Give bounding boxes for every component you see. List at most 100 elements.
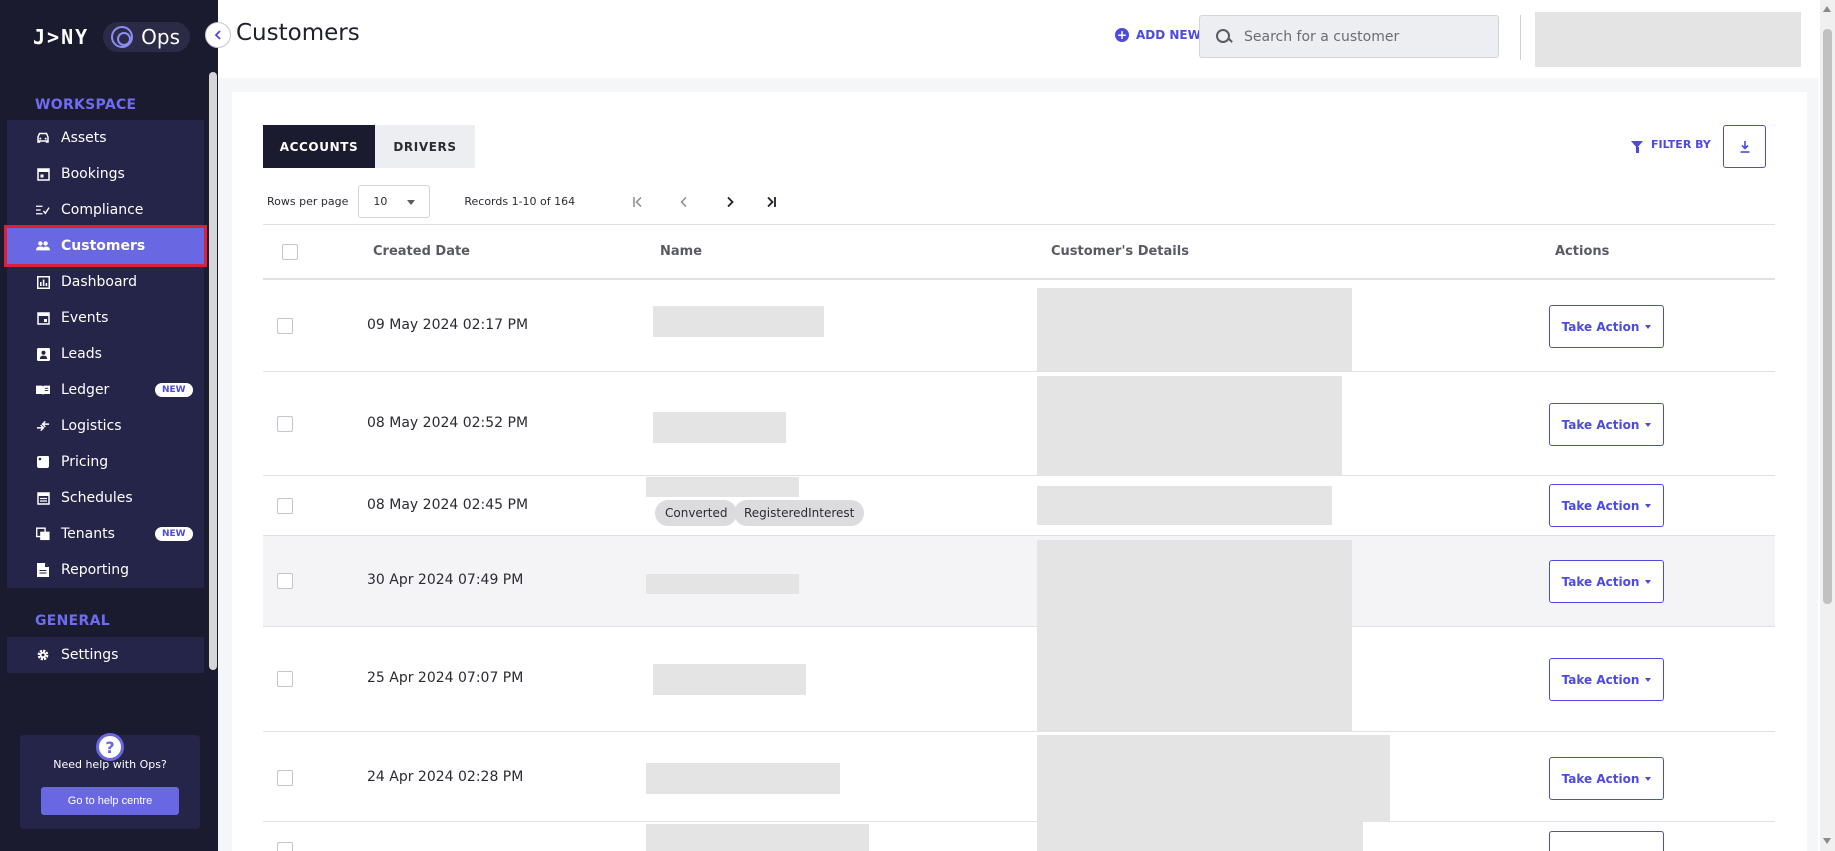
table-row[interactable]: 09 May 2024 02:17 PM Take Action	[263, 280, 1775, 372]
download-button[interactable]	[1723, 125, 1766, 168]
last-page-icon	[767, 196, 777, 207]
sidebar-item-ledger[interactable]: Ledger NEW	[7, 372, 204, 408]
rows-per-page-select[interactable]: 10	[358, 185, 431, 218]
created-date-cell: 25 Apr 2024 07:07 PM	[367, 670, 524, 686]
plus-circle-icon: +	[1115, 28, 1129, 42]
redacted-name	[653, 306, 824, 337]
help-centre-button[interactable]: Go to help centre	[41, 787, 179, 815]
filter-by-button[interactable]: FILTER BY	[1631, 138, 1711, 153]
redacted-name	[646, 824, 869, 851]
logo[interactable]: J>NY Ops	[33, 22, 191, 52]
general-section-label: GENERAL	[35, 613, 110, 629]
row-checkbox[interactable]	[277, 770, 293, 786]
header-divider	[1520, 15, 1521, 60]
people-icon	[36, 239, 50, 253]
scrollbar-thumb[interactable]	[1823, 29, 1832, 604]
take-action-button[interactable]: Take Action	[1549, 484, 1664, 527]
search-input[interactable]	[1244, 28, 1484, 45]
take-action-label: Take Action	[1561, 771, 1640, 786]
sidebar-item-events[interactable]: Events	[7, 300, 204, 336]
take-action-button[interactable]: Take Action	[1549, 305, 1664, 348]
sidebar-item-label: Reporting	[61, 562, 130, 578]
redacted-details	[1037, 735, 1390, 822]
tenants-icon	[36, 527, 50, 541]
sidebar-item-label: Leads	[61, 346, 102, 362]
table-row[interactable]	[263, 822, 1775, 851]
sidebar-item-label: Settings	[61, 647, 119, 663]
first-page-button[interactable]	[623, 187, 653, 217]
tab-drivers[interactable]: DRIVERS	[375, 125, 475, 168]
take-action-button[interactable]: Take Action	[1549, 658, 1664, 701]
take-action-label: Take Action	[1561, 417, 1640, 432]
workspace-section-label: WORKSPACE	[35, 97, 137, 113]
next-page-button[interactable]	[715, 187, 745, 217]
last-page-button[interactable]	[756, 187, 786, 217]
column-name[interactable]: Name	[660, 244, 702, 259]
event-icon	[36, 311, 50, 325]
general-nav: Settings	[7, 637, 204, 673]
row-checkbox[interactable]	[277, 671, 293, 687]
caret-down-icon	[1645, 422, 1652, 427]
status-tag-registered-interest: RegisteredInterest	[734, 500, 865, 526]
add-new-button[interactable]: + ADD NEW	[1115, 28, 1201, 42]
take-action-label: Take Action	[1561, 574, 1640, 589]
schedule-icon	[36, 491, 50, 505]
filter-funnel-icon	[1631, 141, 1643, 153]
take-action-button[interactable]: Take Action	[1549, 560, 1664, 603]
workspace-nav: Assets Bookings Compliance Customers Das…	[4, 120, 207, 588]
row-checkbox[interactable]	[277, 498, 293, 514]
sidebar-item-bookings[interactable]: Bookings	[7, 156, 204, 192]
row-checkbox[interactable]	[277, 416, 293, 432]
calendar-icon	[36, 167, 50, 181]
row-checkbox[interactable]	[277, 842, 293, 851]
help-card: ? Need help with Ops? Go to help centre	[20, 733, 200, 829]
price-tag-icon	[36, 455, 50, 469]
sidebar-item-label: Assets	[61, 130, 107, 146]
caret-down-icon	[1645, 776, 1652, 781]
redacted-name	[646, 574, 799, 594]
redacted-details	[1037, 288, 1352, 371]
window-scrollbar[interactable]	[1820, 0, 1835, 851]
table-row[interactable]: 08 May 2024 02:45 PM Converted Registere…	[263, 476, 1775, 536]
sidebar-item-tenants[interactable]: Tenants NEW	[7, 516, 204, 552]
sidebar-item-logistics[interactable]: Logistics	[7, 408, 204, 444]
sidebar-item-dashboard[interactable]: Dashboard	[7, 264, 204, 300]
created-date-cell: 08 May 2024 02:52 PM	[367, 415, 529, 431]
chevron-down-icon	[407, 200, 416, 205]
redacted-name	[653, 664, 806, 695]
take-action-button[interactable]: Take Action	[1549, 403, 1664, 446]
scroll-down-arrow-icon[interactable]	[1823, 838, 1831, 844]
row-checkbox[interactable]	[277, 318, 293, 334]
row-checkbox[interactable]	[277, 573, 293, 589]
customer-search[interactable]	[1199, 15, 1499, 58]
take-action-button[interactable]: Take Action	[1549, 757, 1664, 800]
table-row[interactable]: 25 Apr 2024 07:07 PM Take Action	[263, 627, 1775, 732]
select-all-checkbox[interactable]	[282, 244, 298, 260]
scroll-up-arrow-icon[interactable]	[1823, 6, 1831, 12]
chevron-left-icon	[214, 30, 221, 40]
redacted-details	[1037, 486, 1332, 525]
sidebar-item-settings[interactable]: Settings	[7, 637, 204, 673]
sidebar-scrollbar[interactable]	[209, 72, 217, 670]
sidebar-item-pricing[interactable]: Pricing	[7, 444, 204, 480]
table-row[interactable]: 30 Apr 2024 07:49 PM Take Action	[263, 536, 1775, 627]
sidebar-item-schedules[interactable]: Schedules	[7, 480, 204, 516]
column-customer-details[interactable]: Customer's Details	[1051, 244, 1189, 259]
take-action-button[interactable]	[1549, 831, 1664, 851]
tab-accounts[interactable]: ACCOUNTS	[263, 125, 375, 168]
sidebar-item-assets[interactable]: Assets	[7, 120, 204, 156]
sidebar-item-leads[interactable]: Leads	[7, 336, 204, 372]
previous-page-button[interactable]	[669, 187, 699, 217]
sidebar-item-compliance[interactable]: Compliance	[7, 192, 204, 228]
take-action-label: Take Action	[1561, 498, 1640, 513]
collapse-sidebar-button[interactable]	[205, 22, 231, 48]
column-created-date[interactable]: Created Date	[373, 244, 470, 259]
sidebar-item-label: Bookings	[61, 166, 125, 182]
user-profile-placeholder[interactable]	[1535, 12, 1801, 67]
redacted-details	[1037, 627, 1352, 731]
sidebar-item-reporting[interactable]: Reporting	[7, 552, 204, 588]
table-row[interactable]: 24 Apr 2024 02:28 PM Take Action	[263, 732, 1775, 822]
filter-by-label: FILTER BY	[1651, 138, 1711, 151]
table-row[interactable]: 08 May 2024 02:52 PM Take Action	[263, 372, 1775, 476]
sidebar-item-customers[interactable]: Customers	[4, 225, 207, 267]
